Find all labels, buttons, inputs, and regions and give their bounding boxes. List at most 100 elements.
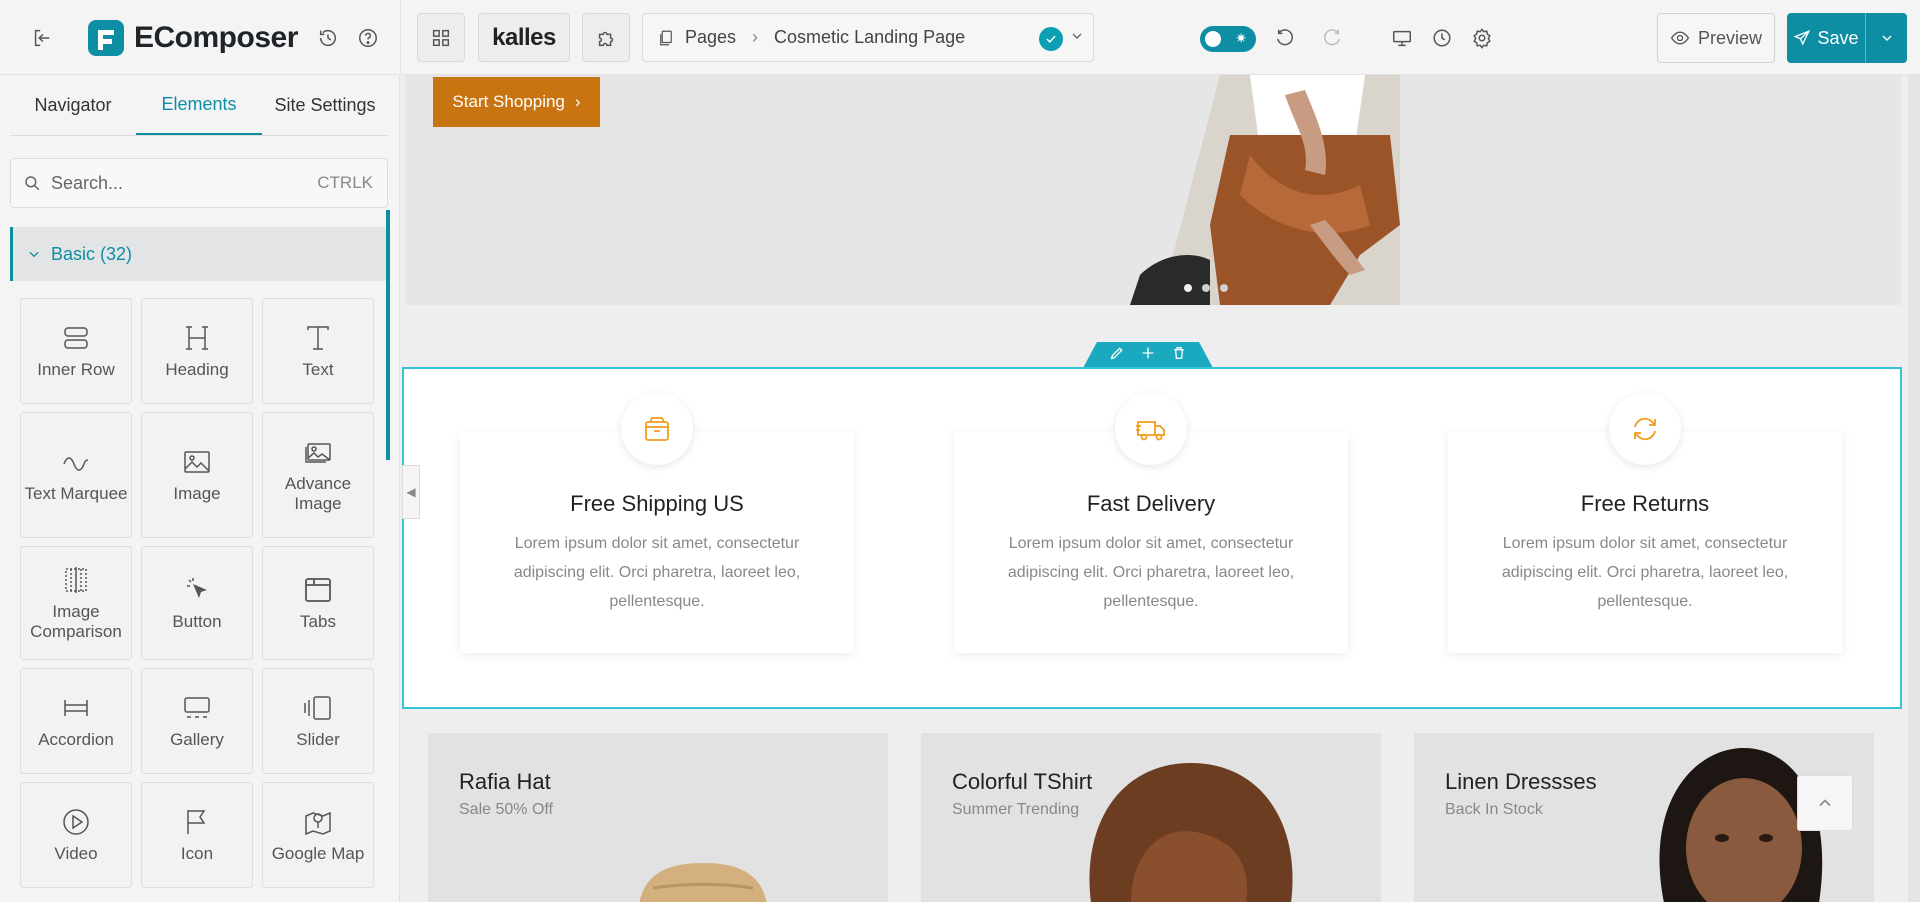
save-button[interactable]: Save — [1787, 13, 1865, 63]
element-text-marquee[interactable]: Text Marquee — [20, 412, 132, 538]
features-section[interactable]: Free Shipping US Lorem ipsum dolor sit a… — [402, 367, 1902, 709]
elements-sidebar: Navigator Elements Site Settings CTRLK B… — [0, 75, 400, 902]
help-icon[interactable] — [350, 20, 386, 56]
back-to-top-button[interactable] — [1797, 775, 1853, 831]
sidebar-scrollbar[interactable] — [386, 210, 390, 460]
store-logo: kalles — [492, 23, 556, 51]
tab-site-settings[interactable]: Site Settings — [262, 75, 388, 135]
pages-icon — [660, 30, 672, 45]
video-icon — [63, 809, 89, 835]
heading-icon — [186, 326, 208, 350]
element-image-comparison[interactable]: Image Comparison — [20, 546, 132, 660]
feature-description: Lorem ipsum dolor sit amet, consectetur … — [1501, 535, 1789, 610]
add-icon[interactable] — [1140, 345, 1156, 366]
map-icon — [305, 812, 331, 836]
canvas-scrollbar[interactable] — [1908, 75, 1920, 902]
collapse-sidebar-handle[interactable]: ◀ — [402, 465, 420, 519]
element-heading[interactable]: Heading — [141, 298, 253, 404]
edit-icon[interactable] — [1109, 345, 1125, 366]
element-image[interactable]: Image — [141, 412, 253, 538]
marquee-icon — [63, 457, 89, 471]
product-title: Linen Dressses — [1445, 769, 1597, 794]
element-video[interactable]: Video — [20, 782, 132, 888]
element-google-map[interactable]: Google Map — [262, 782, 374, 888]
truck-icon — [1115, 393, 1187, 465]
desktop-icon[interactable] — [1384, 20, 1420, 56]
product-title: Rafia Hat — [459, 769, 551, 794]
theme-toggle[interactable]: ✷ — [1200, 26, 1256, 52]
product-subtitle: Summer Trending — [952, 801, 1080, 818]
image-icon — [184, 451, 210, 473]
product-card[interactable]: Rafia Hat Sale 50% Off — [428, 733, 888, 902]
element-label: Video — [54, 844, 98, 864]
editor-canvas: Start Shopping › Free Shipping US Lorem … — [400, 75, 1920, 902]
eye-icon — [1670, 31, 1690, 45]
redo-icon[interactable] — [1313, 20, 1349, 56]
undo-icon[interactable] — [1268, 20, 1304, 56]
element-accordion[interactable]: Accordion — [20, 668, 132, 774]
feature-title: Fast Delivery — [1086, 491, 1216, 516]
element-icon[interactable]: Icon — [141, 782, 253, 888]
feature-card[interactable]: Free Shipping US Lorem ipsum dolor sit a… — [460, 393, 854, 653]
breadcrumb-current: Cosmetic Landing Page — [774, 27, 966, 47]
product-subtitle: Sale 50% Off — [459, 801, 553, 818]
product-card[interactable]: Colorful TShirt Summer Trending — [921, 733, 1381, 902]
feature-card[interactable]: Fast Delivery Lorem ipsum dolor sit amet… — [954, 393, 1348, 653]
element-label: Accordion — [38, 730, 114, 750]
refresh-icon — [1609, 393, 1681, 465]
preview-label: Preview — [1697, 27, 1763, 48]
chevron-down-icon[interactable] — [1069, 28, 1085, 49]
category-label: Basic (32) — [51, 243, 133, 264]
search-icon — [25, 176, 40, 191]
puzzle-icon — [598, 31, 614, 46]
element-label: Heading — [165, 360, 229, 380]
ecomposer-logo-icon — [88, 20, 124, 56]
element-advance-image[interactable]: Advance Image — [262, 412, 374, 538]
clock-icon[interactable] — [1424, 20, 1460, 56]
search-input[interactable] — [51, 172, 318, 194]
feature-card[interactable]: Free Returns Lorem ipsum dolor sit amet,… — [1448, 393, 1842, 653]
model-hair-image — [1089, 763, 1293, 902]
accordion-icon — [64, 700, 88, 717]
element-slider[interactable]: Slider — [262, 668, 374, 774]
image-comparison-icon — [65, 567, 87, 594]
save-button-group: Save — [1787, 13, 1907, 63]
store-logo-button[interactable]: kalles — [478, 13, 570, 62]
toggle-knob — [1203, 29, 1223, 49]
element-tabs[interactable]: Tabs — [262, 546, 374, 660]
element-gallery[interactable]: Gallery — [141, 668, 253, 774]
chevron-right-icon: › — [574, 92, 581, 111]
apps-button[interactable] — [417, 13, 465, 62]
start-shopping-button[interactable]: Start Shopping › — [433, 77, 600, 127]
history-icon[interactable] — [310, 20, 346, 56]
feature-title: Free Returns — [1580, 491, 1710, 516]
exit-icon[interactable] — [24, 20, 60, 56]
preview-button[interactable]: Preview — [1657, 13, 1775, 63]
tab-elements[interactable]: Elements — [136, 75, 262, 135]
element-inner-row[interactable]: Inner Row — [20, 298, 132, 404]
published-check-icon — [1039, 27, 1063, 51]
element-text[interactable]: Text — [262, 298, 374, 404]
element-label: Text Marquee — [24, 484, 128, 504]
trash-icon[interactable] — [1171, 345, 1187, 366]
hero-model-image — [1130, 75, 1400, 305]
divider — [400, 0, 401, 75]
text-icon — [307, 326, 329, 350]
hero-section[interactable]: Start Shopping › — [405, 75, 1901, 305]
feature-description: Lorem ipsum dolor sit amet, consectetur … — [1007, 535, 1295, 610]
slider-icon — [304, 696, 331, 720]
extensions-button[interactable] — [582, 13, 630, 62]
category-basic[interactable]: Basic (32) — [10, 227, 388, 281]
save-options-button[interactable] — [1865, 13, 1907, 63]
save-label: Save — [1817, 27, 1859, 48]
top-bar: EComposer kalles Pages › Cosmetic Landin… — [0, 0, 1920, 75]
page-selector[interactable]: Pages › Cosmetic Landing Page — [642, 13, 1094, 62]
brand-name: EComposer — [134, 21, 298, 54]
gear-icon[interactable] — [1464, 20, 1500, 56]
element-button[interactable]: Button — [141, 546, 253, 660]
element-label: Google Map — [271, 844, 365, 864]
tab-navigator[interactable]: Navigator — [10, 75, 136, 135]
element-label: Slider — [296, 730, 340, 750]
feature-description: Lorem ipsum dolor sit amet, consectetur … — [513, 535, 801, 610]
breadcrumb-root[interactable]: Pages — [685, 27, 736, 48]
